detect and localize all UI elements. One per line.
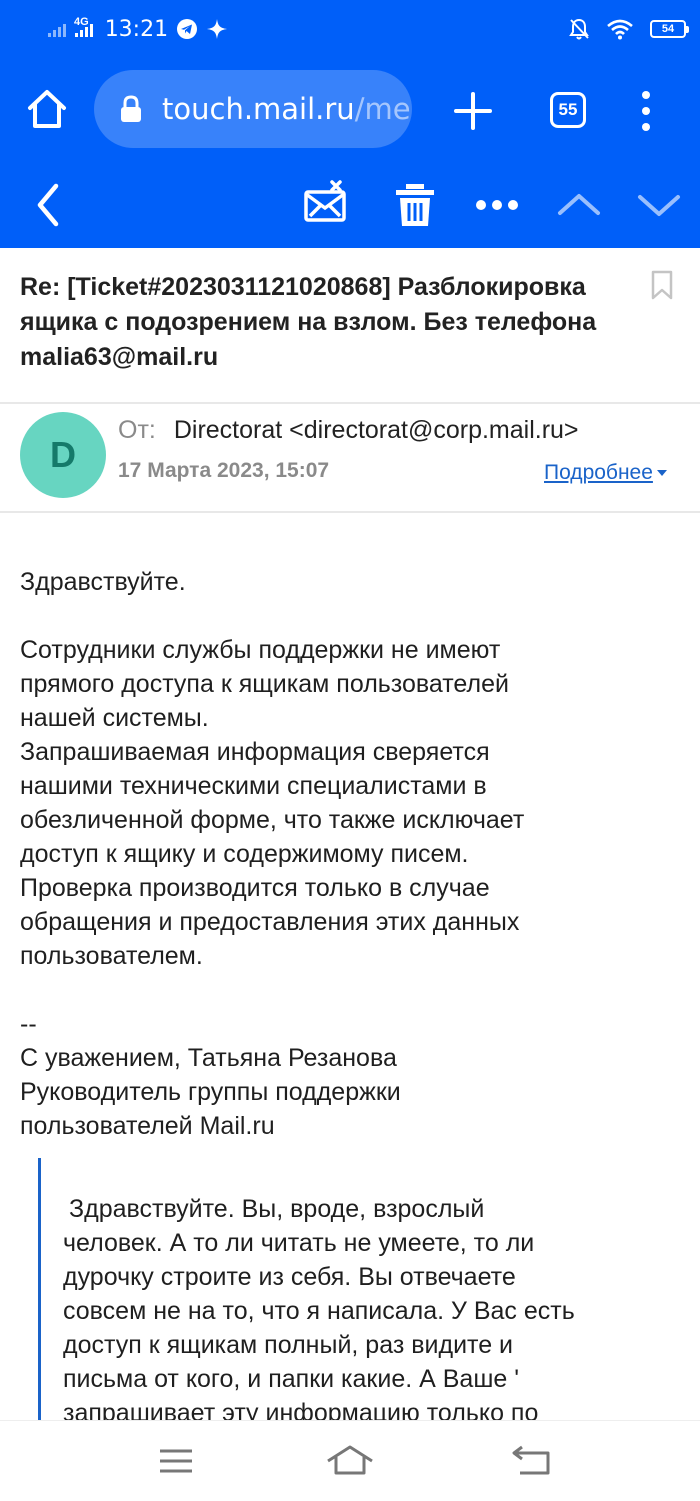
recent-apps-icon[interactable] [152, 1443, 200, 1479]
body-paragraph: Сотрудники службы поддержки не имеют пря… [20, 633, 660, 973]
url-host: touch.mail.ru [162, 92, 355, 126]
body-line: прямого доступа к ящикам пользователей [20, 670, 509, 698]
body-line: обезличенной форме, что также исключает [20, 806, 525, 834]
divider [0, 511, 700, 513]
trash-icon[interactable] [390, 180, 440, 230]
body-line: нашими техническими специалистами в [20, 772, 487, 800]
plus-icon[interactable] [452, 90, 494, 132]
message-body: Здравствуйте. Сотрудники службы поддержк… [20, 565, 660, 1177]
quote-line: письма от кого, и папки какие. А Ваше ' [63, 1365, 520, 1393]
quote-line: доступ к ящикам полный, раз видите и [63, 1331, 514, 1359]
chevron-down-icon[interactable] [634, 180, 684, 230]
from-label: От: [118, 416, 156, 444]
system-nav-bar [0, 1420, 700, 1501]
quote-line: Здравствуйте. Вы, вроде, взрослый [69, 1195, 485, 1223]
chevron-up-icon[interactable] [554, 180, 604, 230]
more-horizontal-icon[interactable] [472, 180, 522, 230]
body-line: Здравствуйте. [20, 568, 186, 596]
url-path: /me [354, 92, 411, 126]
greeting: Здравствуйте. [20, 565, 660, 599]
body-line: Проверка производится только в случае [20, 874, 490, 902]
tab-switcher-button[interactable]: 55 [550, 92, 586, 128]
subject-area: Re: [Ticket#2023031121020868] Разблокиро… [0, 248, 700, 404]
more-vertical-icon[interactable] [636, 88, 656, 134]
address-bar[interactable]: touch.mail.ru/me [94, 70, 412, 148]
details-link[interactable]: Подробнее [544, 461, 667, 485]
lock-icon [121, 95, 141, 122]
clock: 13:21 [104, 16, 169, 42]
url-text: touch.mail.ru/me [162, 92, 411, 126]
body-line: обращения и предоставления этих данных [20, 908, 520, 936]
details-label: Подробнее [544, 461, 653, 484]
home-nav-icon[interactable] [326, 1443, 374, 1479]
chevron-left-icon[interactable] [24, 180, 74, 230]
signal-icon-1 [48, 21, 66, 37]
mail-toolbar [0, 162, 700, 248]
quote-line: человек. А то ли читать не умеете, то ли [63, 1229, 535, 1257]
from-line[interactable]: От: Directorat <directorat@corp.mail.ru> [118, 416, 579, 445]
sparkle-icon [207, 19, 228, 39]
sender-info: D От: Directorat <directorat@corp.mail.ru… [0, 404, 700, 512]
status-left: 4G 13:21 [48, 12, 228, 46]
body-line: Запрашиваемая информация сверяется [20, 738, 490, 766]
body-line: нашей системы. [20, 704, 209, 732]
network-type: 4G [74, 16, 89, 28]
mail-block-icon[interactable] [302, 180, 352, 230]
bookmark-icon[interactable] [650, 270, 674, 300]
signature-line: Руководитель группы поддержки [20, 1078, 401, 1106]
body-line: Сотрудники службы поддержки не имеют [20, 636, 501, 664]
signature-line: пользователей Mail.ru [20, 1112, 275, 1140]
battery-icon: 54 [650, 20, 689, 38]
sender-address: Directorat <directorat@corp.mail.ru> [173, 416, 579, 444]
quote-line: дурочку строите из себя. Вы отвечаете [63, 1263, 516, 1291]
signature: -- С уважением, Татьяна Резанова Руковод… [20, 1007, 660, 1143]
avatar-letter: D [50, 434, 76, 475]
back-nav-icon[interactable] [508, 1443, 556, 1479]
quote-line: совсем не на то, что я написала. У Вас е… [63, 1297, 575, 1325]
body-line: доступ к ящику и содержимому писем. [20, 840, 469, 868]
avatar: D [20, 412, 106, 498]
wifi-icon [607, 19, 633, 40]
message-date: 17 Марта 2023, 15:07 [118, 459, 330, 482]
status-right: 54 [568, 12, 689, 46]
signature-separator: -- [20, 1010, 37, 1038]
notifications-off-icon [569, 18, 589, 40]
telegram-icon [177, 19, 198, 39]
home-icon[interactable] [22, 84, 72, 134]
battery-level: 54 [661, 23, 675, 35]
quoted-message: Здравствуйте. Вы, вроде, взрослый челове… [38, 1158, 678, 1420]
browser-toolbar: touch.mail.ru/me 55 [0, 58, 700, 162]
status-bar: 4G 13:21 54 [0, 0, 700, 58]
signature-line: С уважением, Татьяна Резанова [20, 1044, 397, 1072]
message-subject: Re: [Ticket#2023031121020868] Разблокиро… [20, 273, 597, 371]
quote-line: запрашивает эту информацию только по [63, 1399, 539, 1420]
tab-count: 55 [558, 100, 578, 119]
caret-down-icon [656, 470, 667, 476]
body-line: пользователем. [20, 942, 203, 970]
